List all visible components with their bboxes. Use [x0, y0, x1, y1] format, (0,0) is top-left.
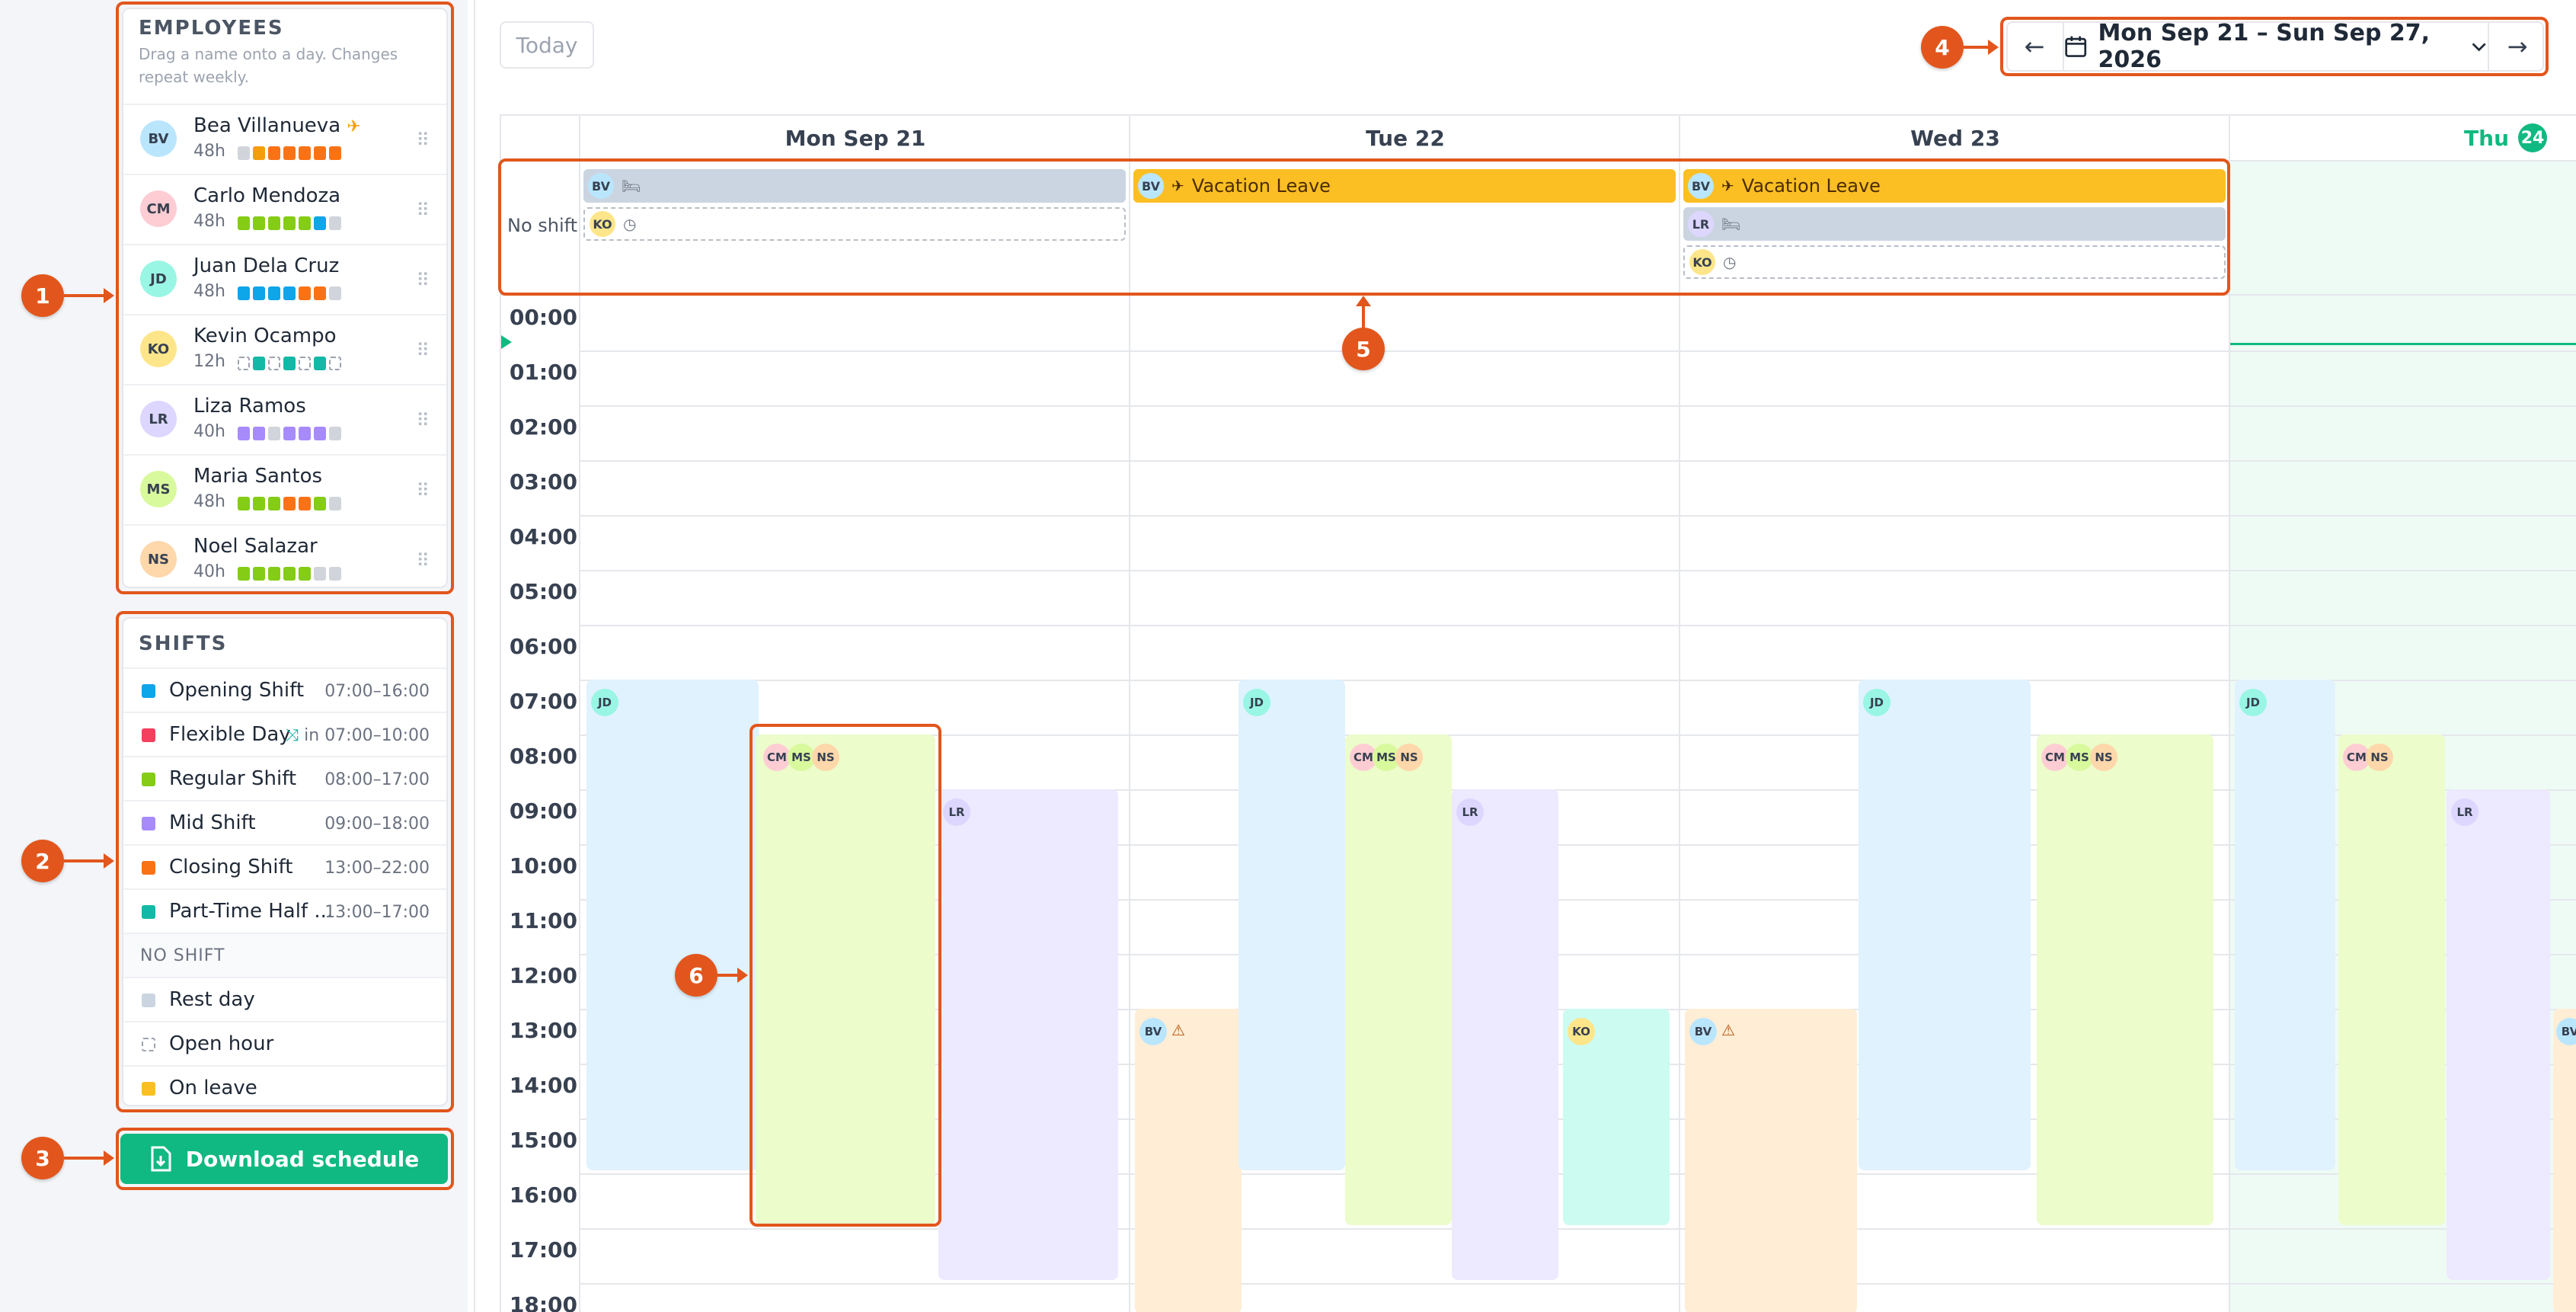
annotation-arrow-6: [718, 968, 748, 983]
avatar: JD: [1863, 689, 1890, 716]
regular-shift-block[interactable]: CM NS: [2338, 734, 2445, 1225]
hour-gridline: [580, 350, 2576, 352]
time-label: 11:00: [509, 908, 577, 933]
closing-shift-block[interactable]: BV ⚠: [1685, 1009, 1857, 1312]
warning-icon: ⚠: [1721, 1021, 1735, 1039]
avatar: LR: [1456, 798, 1484, 826]
avatar: NS: [1395, 744, 1423, 771]
mid-shift-block[interactable]: LR: [2447, 789, 2550, 1280]
annotation-box-shifts: [116, 611, 454, 1112]
mid-shift-block[interactable]: LR: [1452, 789, 1558, 1280]
time-label: 07:00: [509, 689, 577, 714]
annotation-arrow-4: [1964, 40, 1999, 55]
opening-shift-block[interactable]: JD: [1238, 680, 1345, 1170]
mid-shift-block[interactable]: LR: [938, 789, 1118, 1280]
warning-icon: ⚠: [1171, 1021, 1185, 1039]
annotation-badge-1: 1: [21, 274, 64, 317]
closing-shift-block[interactable]: BV: [2553, 1009, 2576, 1312]
hour-gridline: [580, 515, 2576, 517]
time-label: 15:00: [509, 1128, 577, 1153]
regular-shift-block[interactable]: CM MS NS: [1345, 734, 1452, 1225]
day-header-tue: Tue 22: [1366, 125, 1445, 151]
hour-gridline: [580, 405, 2576, 407]
time-label: 05:00: [509, 579, 577, 604]
current-time-line: [2230, 343, 2576, 345]
annotation-box-download: [116, 1128, 454, 1190]
avatar: NS: [2090, 744, 2117, 771]
hour-gridline: [580, 1228, 2576, 1230]
avatar: BV: [2556, 1018, 2576, 1045]
time-label: 12:00: [509, 963, 577, 988]
day-header-wed: Wed 23: [1910, 125, 2000, 151]
opening-shift-block[interactable]: JD: [1858, 680, 2031, 1170]
current-time-marker: [501, 335, 512, 349]
time-label: 16:00: [509, 1182, 577, 1208]
time-label: 06:00: [509, 634, 577, 659]
avatar: LR: [2451, 798, 2479, 826]
avatar: BV: [1139, 1018, 1167, 1045]
time-label: 14:00: [509, 1073, 577, 1098]
hour-gridline: [580, 625, 2576, 626]
annotation-box-no-shift-row: [498, 158, 2230, 296]
opening-shift-block[interactable]: JD: [586, 680, 759, 1170]
time-label: 08:00: [509, 744, 577, 769]
time-label: 13:00: [509, 1018, 577, 1043]
annotation-arrow-5: [1356, 296, 1371, 328]
annotation-box-regular-block: [749, 724, 941, 1227]
part-time-shift-block[interactable]: KO: [1563, 1009, 1670, 1225]
avatar: MS: [2066, 744, 2093, 771]
annotation-arrow-3: [64, 1150, 114, 1166]
hour-gridline: [580, 570, 2576, 571]
day-header-thu: Thu 24: [2230, 116, 2576, 160]
today-button[interactable]: Today: [500, 21, 594, 69]
avatar: LR: [943, 798, 970, 826]
annotation-badge-4: 4: [1921, 26, 1964, 69]
time-label: 18:00: [509, 1292, 577, 1312]
avatar: JD: [591, 689, 618, 716]
hour-gridline: [580, 460, 2576, 462]
time-label: 17:00: [509, 1237, 577, 1262]
today-number-badge: 24: [2518, 123, 2547, 152]
annotation-box-date-nav: [2000, 17, 2549, 76]
avatar: NS: [2366, 744, 2393, 771]
annotation-arrow-2: [64, 853, 114, 869]
avatar: KO: [1568, 1018, 1595, 1045]
avatar: BV: [1689, 1018, 1717, 1045]
annotation-badge-6: 6: [675, 954, 718, 997]
opening-shift-block[interactable]: JD: [2235, 680, 2335, 1170]
time-label: 02:00: [509, 414, 577, 440]
time-label: 09:00: [509, 798, 577, 824]
day-header-mon: Mon Sep 21: [785, 125, 926, 151]
avatar: CM: [2041, 744, 2069, 771]
annotation-badge-5: 5: [1342, 328, 1385, 370]
avatar: JD: [2239, 689, 2267, 716]
annotation-box-employees: [116, 2, 454, 594]
annotation-arrow-1: [64, 288, 114, 303]
time-label: 10:00: [509, 853, 577, 878]
time-label: 01:00: [509, 360, 577, 385]
closing-shift-block[interactable]: BV ⚠: [1135, 1009, 1242, 1312]
avatar: JD: [1243, 689, 1270, 716]
time-label: 04:00: [509, 524, 577, 549]
annotation-badge-2: 2: [21, 840, 64, 882]
hour-gridline: [580, 1283, 2576, 1285]
regular-shift-block[interactable]: CM MS NS: [2037, 734, 2213, 1225]
time-label: 00:00: [509, 305, 577, 330]
time-label: 03:00: [509, 469, 577, 494]
annotation-badge-3: 3: [21, 1137, 64, 1179]
